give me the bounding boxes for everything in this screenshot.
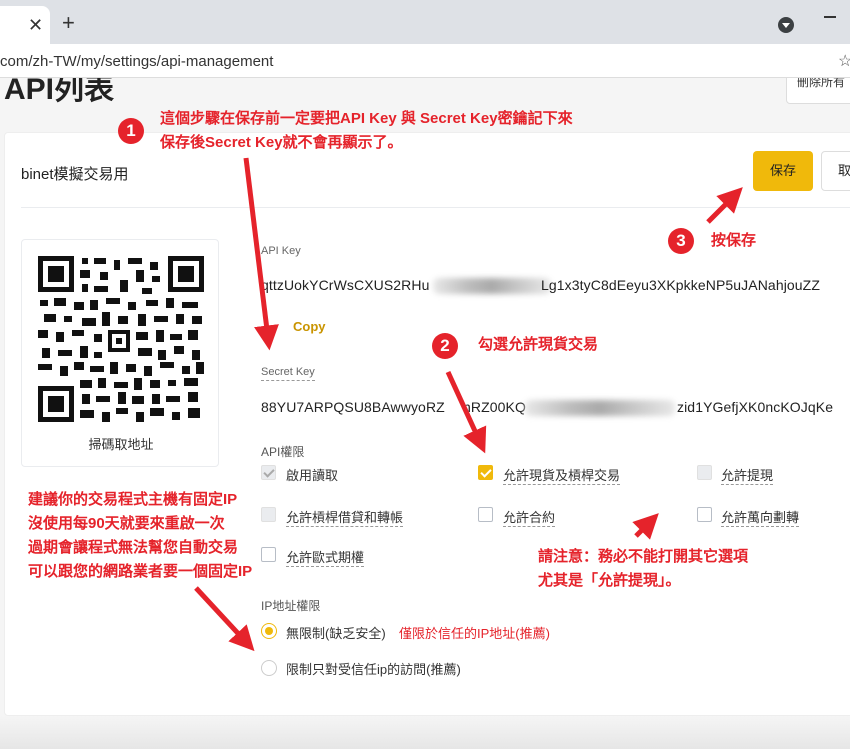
tab-search-icon[interactable] [778, 17, 794, 33]
margin-label: 允許槓桿借貸和轉帳 [286, 507, 404, 527]
ip-restricted-radio[interactable] [261, 660, 277, 676]
warning-line-2: 尤其是「允許提現」。 [538, 572, 681, 589]
url-text[interactable]: com/zh-TW/my/settings/api-management [0, 53, 273, 70]
permissions-label: API權限 [261, 445, 305, 459]
ip-note-line-1: 建議你的交易程式主機有固定IP [28, 491, 238, 508]
delete-all-button[interactable]: 刪除所有 [786, 78, 850, 104]
secret-key-mid: nRZ00KQ [463, 399, 526, 415]
save-button[interactable]: 保存 [753, 151, 813, 191]
options-label: 允許歐式期權 [286, 547, 365, 567]
ip-unrestricted-label: 無限制(缺乏安全) [286, 626, 386, 641]
step-2-badge: 2 [432, 333, 458, 359]
api-key-start: qttzUokYCrWsCXUS2RHu [261, 277, 430, 293]
browser-tab-bar: ✕ + [0, 0, 850, 44]
page-title: API列表 [4, 78, 115, 106]
copy-api-key-button[interactable]: Copy [293, 319, 326, 334]
step-3-text: 按保存 [711, 232, 757, 249]
api-label-name: binet模擬交易用 [21, 166, 129, 183]
address-bar[interactable]: com/zh-TW/my/settings/api-management ☆ [0, 44, 850, 78]
api-card: binet模擬交易用 保存 取 掃碼取地址 API Key qttzUokYCr… [4, 132, 850, 716]
secret-key-label: Secret Key [261, 366, 315, 381]
close-tab-icon[interactable]: ✕ [28, 16, 43, 34]
secret-key-start: 88YU7ARPQSU8BAwwyoRZ [261, 399, 445, 415]
step-2-text: 勾選允許現貨交易 [478, 336, 599, 353]
spot-trading-label: 允許現貨及槓桿交易 [503, 465, 621, 485]
step-1-badge: 1 [118, 118, 144, 144]
qr-code-box: 掃碼取地址 [21, 239, 219, 467]
ip-restricted-label: 限制只對受信任ip的訪問(推薦) [286, 662, 461, 677]
api-key-label: API Key [261, 245, 301, 257]
ip-unrestricted-hint: 僅限於信任的IP地址(推薦) [399, 626, 550, 641]
options-checkbox[interactable] [261, 547, 276, 562]
withdraw-checkbox[interactable] [697, 465, 712, 480]
step-1-text-line-1: 這個步驟在保存前一定要把API Key 與 Secret Key密鑰記下來 [160, 110, 573, 127]
ip-unrestricted-radio[interactable] [261, 623, 277, 639]
api-key-end: Lg1x3tyC8dEeyu3XKpkkeNP5uJANahjouZZ [541, 277, 820, 293]
step-1-text-line-2: 保存後Secret Key就不會再顯示了。 [160, 134, 403, 151]
qr-code-image [38, 256, 204, 422]
secret-key-end: zid1YGefjXK0ncKOJqKe [677, 399, 834, 415]
new-tab-icon[interactable]: + [62, 12, 75, 34]
read-label: 啟用讀取 [286, 468, 339, 483]
read-checkbox[interactable] [261, 465, 276, 480]
warning-line-1: 請注意：務必不能打開其它選項 [538, 548, 749, 565]
ip-note-line-4: 可以跟您的網路業者要一個固定IP [28, 563, 253, 580]
minimize-icon[interactable] [824, 16, 836, 18]
step-3-badge: 3 [668, 228, 694, 254]
page-bottom-shadow [0, 716, 850, 749]
api-key-redacted [433, 278, 551, 294]
spot-trading-checkbox[interactable] [478, 465, 493, 480]
withdraw-label: 允許提現 [721, 465, 774, 485]
qr-caption: 掃碼取地址 [88, 437, 154, 452]
secret-key-redacted [525, 400, 675, 416]
ip-note-line-3: 過期會讓程式無法幫您自動交易 [28, 539, 239, 556]
page-content: API列表 刪除所有 binet模擬交易用 保存 取 掃碼取地址 API Key… [0, 78, 850, 749]
divider [21, 207, 850, 208]
universal-transfer-label: 允許萬向劃轉 [721, 507, 800, 527]
star-icon[interactable]: ☆ [838, 51, 850, 71]
ip-restriction-label: IP地址權限 [261, 599, 321, 613]
ip-note-line-2: 沒使用每90天就要來重啟一次 [28, 515, 225, 532]
futures-checkbox[interactable] [478, 507, 493, 522]
cancel-button[interactable]: 取 [821, 151, 850, 191]
browser-tab[interactable]: ✕ [0, 6, 50, 44]
margin-checkbox[interactable] [261, 507, 276, 522]
futures-label: 允許合約 [503, 507, 556, 527]
universal-transfer-checkbox[interactable] [697, 507, 712, 522]
